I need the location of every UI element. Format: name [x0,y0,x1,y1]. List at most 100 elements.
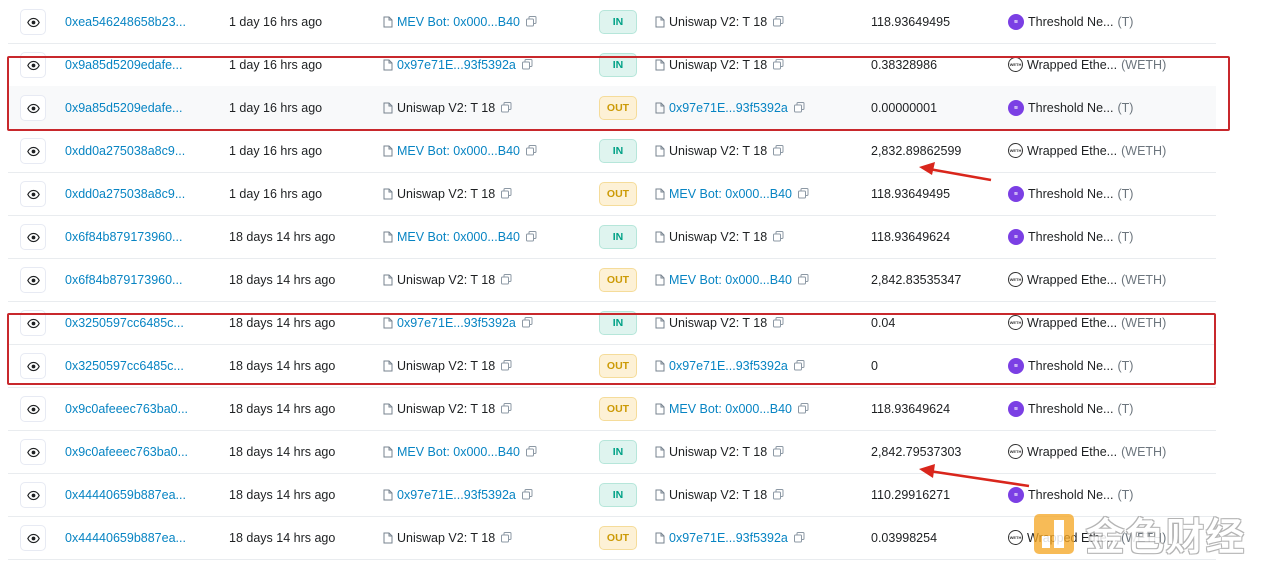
view-details-button[interactable] [20,9,46,35]
from-address: Uniswap V2: T 18 [383,258,512,301]
from-address-link[interactable]: MEV Bot: 0x000...B40 [397,15,520,29]
direction-badge: OUT [599,396,637,421]
copy-icon[interactable] [526,16,537,27]
contract-icon [383,145,393,157]
watermark-text: 金色财经 [1086,517,1247,559]
copy-icon[interactable] [798,274,809,285]
txn-hash-link[interactable]: 0x9c0afeeec763ba0... [65,430,188,473]
view-details-button[interactable] [20,482,46,508]
token-link[interactable]: ≋ Threshold Ne... (T) [1008,215,1133,258]
to-address-link[interactable]: Uniswap V2: T 18 [669,144,767,158]
txn-hash-link[interactable]: 0x6f84b879173960... [65,258,182,301]
to-address-link[interactable]: Uniswap V2: T 18 [669,445,767,459]
txn-age: 1 day 16 hrs ago [229,14,323,29]
table-row: 0x6f84b879173960... 18 days 14 hrs ago M… [8,215,1216,259]
txn-hash-link[interactable]: 0x44440659b887ea... [65,516,186,559]
view-details-button[interactable] [20,224,46,250]
to-address-link[interactable]: MEV Bot: 0x000...B40 [669,402,792,416]
to-address-link[interactable]: MEV Bot: 0x000...B40 [669,187,792,201]
copy-icon[interactable] [526,231,537,242]
copy-icon[interactable] [798,403,809,414]
token-name: Threshold Ne... [1028,401,1114,416]
txn-hash-link[interactable]: 0x44440659b887ea... [65,473,186,516]
copy-icon[interactable] [501,274,512,285]
txn-age: 18 days 14 hrs ago [229,444,336,459]
copy-icon[interactable] [773,446,784,457]
contract-icon [655,403,665,415]
from-address-link[interactable]: MEV Bot: 0x000...B40 [397,230,520,244]
token-name: Wrapped Ethe... [1027,272,1118,287]
view-details-button[interactable] [20,267,46,293]
from-address-link[interactable]: Uniswap V2: T 18 [397,402,495,416]
copy-icon[interactable] [526,145,537,156]
copy-icon[interactable] [773,231,784,242]
copy-icon[interactable] [521,489,533,500]
eye-icon [26,188,40,201]
direction-badge: OUT [599,267,637,292]
view-details-button[interactable] [20,525,46,551]
highlight-box-2 [7,313,1216,385]
copy-icon[interactable] [501,188,512,199]
from-address-link[interactable]: Uniswap V2: T 18 [397,187,495,201]
txn-age: 1 day 16 hrs ago [229,186,323,201]
copy-icon[interactable] [773,16,784,27]
from-address-link[interactable]: Uniswap V2: T 18 [397,273,495,287]
to-address-link[interactable]: 0x97e71E...93f5392a [669,531,788,545]
contract-icon [383,231,393,243]
direction-badge-cell: IN [599,129,637,172]
from-address-link[interactable]: MEV Bot: 0x000...B40 [397,144,520,158]
txn-age: 18 days 14 hrs ago [229,229,336,244]
copy-icon[interactable] [793,532,805,543]
contract-icon [655,16,665,28]
contract-icon [383,403,393,415]
txn-hash-link[interactable]: 0x6f84b879173960... [65,215,182,258]
token-symbol: (T) [1117,487,1134,502]
copy-icon[interactable] [773,145,784,156]
copy-icon[interactable] [798,188,809,199]
view-details-button[interactable] [20,181,46,207]
view-details-button[interactable] [20,138,46,164]
eye-icon [26,403,40,416]
token-link[interactable]: WETH Wrapped Ethe... (WETH) [1008,258,1166,301]
to-address-link[interactable]: MEV Bot: 0x000...B40 [669,273,792,287]
eye-icon [26,532,40,545]
copy-icon[interactable] [501,532,512,543]
txn-hash-link[interactable]: 0xdd0a275038a8c9... [65,129,185,172]
amount-value: 2,842.83535347 [871,272,962,287]
view-details-button[interactable] [20,396,46,422]
txn-hash-link[interactable]: 0xea546248658b23... [65,0,186,43]
to-address: 0x97e71E...93f5392a [655,516,805,559]
highlight-box-1 [7,56,1230,131]
to-address-link[interactable]: Uniswap V2: T 18 [669,15,767,29]
token-link[interactable]: ≋ Threshold Ne... (T) [1008,172,1133,215]
txn-hash-link[interactable]: 0xdd0a275038a8c9... [65,172,185,215]
token-symbol: (T) [1117,186,1134,201]
view-details-button[interactable] [20,439,46,465]
contract-icon [655,231,665,243]
from-address: MEV Bot: 0x000...B40 [383,430,537,473]
copy-icon[interactable] [773,489,784,500]
from-address-link[interactable]: 0x97e71E...93f5392a [397,488,516,502]
txn-hash-link[interactable]: 0x9c0afeeec763ba0... [65,387,188,430]
to-address-link[interactable]: Uniswap V2: T 18 [669,230,767,244]
watermark: 金色财经 [1030,506,1246,561]
from-address: MEV Bot: 0x000...B40 [383,129,537,172]
token-link[interactable]: ≋ Threshold Ne... (T) [1008,387,1133,430]
copy-icon[interactable] [526,446,537,457]
token-name: Threshold Ne... [1028,186,1114,201]
from-address-link[interactable]: MEV Bot: 0x000...B40 [397,445,520,459]
txn-age: 18 days 14 hrs ago [229,272,336,287]
table-row: 0x9c0afeeec763ba0... 18 days 14 hrs ago … [8,387,1216,431]
token-link[interactable]: WETH Wrapped Ethe... (WETH) [1008,129,1166,172]
to-address: Uniswap V2: T 18 [655,129,784,172]
to-address: Uniswap V2: T 18 [655,430,784,473]
to-address-link[interactable]: Uniswap V2: T 18 [669,488,767,502]
contract-icon [383,489,393,501]
amount-value: 0.03998254 [871,530,938,545]
from-address-link[interactable]: Uniswap V2: T 18 [397,531,495,545]
contract-icon [655,274,665,286]
copy-icon[interactable] [501,403,512,414]
token-link[interactable]: ≋ Threshold Ne... (T) [1008,0,1133,43]
annotation-arrow-2 [919,464,1030,488]
direction-badge: OUT [599,525,637,550]
